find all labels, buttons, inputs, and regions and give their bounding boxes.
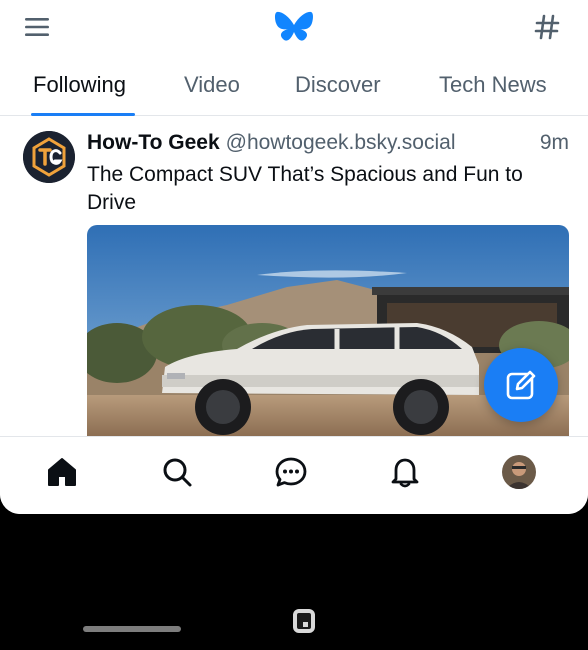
bell-icon[interactable] [388,455,422,489]
post-text: The Compact SUV That’s Spacious and Fun … [87,163,523,214]
howtogeek-logo-avatar[interactable] [23,131,75,183]
tab-discover[interactable]: Discover [295,72,381,98]
post-handle[interactable]: @howtogeek.bsky.social [226,131,456,154]
post-author[interactable]: How-To Geek [87,131,220,154]
top-bar [0,0,588,56]
profile-avatar[interactable] [502,455,536,489]
compose-button[interactable] [484,348,558,422]
hashtag-icon[interactable] [532,12,562,42]
gesture-bar[interactable] [83,626,181,632]
search-icon[interactable] [160,455,194,489]
compose-icon [506,370,536,400]
tab-following[interactable]: Following [33,72,126,98]
bluesky-app: Following Video Discover Tech News How-T… [0,0,588,514]
feed-tabs: Following Video Discover Tech News [0,60,588,116]
hamburger-menu-icon[interactable] [22,14,52,40]
tab-tech-news[interactable]: Tech News [439,72,547,98]
active-tab-indicator [31,113,135,116]
post-header: How-To Geek @howtogeek.bsky.social 9m [87,131,573,155]
bluesky-butterfly-icon[interactable] [272,8,316,48]
chat-icon[interactable] [274,455,308,489]
tab-video[interactable]: Video [184,72,240,98]
post-timestamp: 9m [539,131,569,154]
bottom-navigation [0,436,588,514]
home-icon[interactable] [45,455,79,489]
screenshot-icon[interactable] [290,607,318,635]
